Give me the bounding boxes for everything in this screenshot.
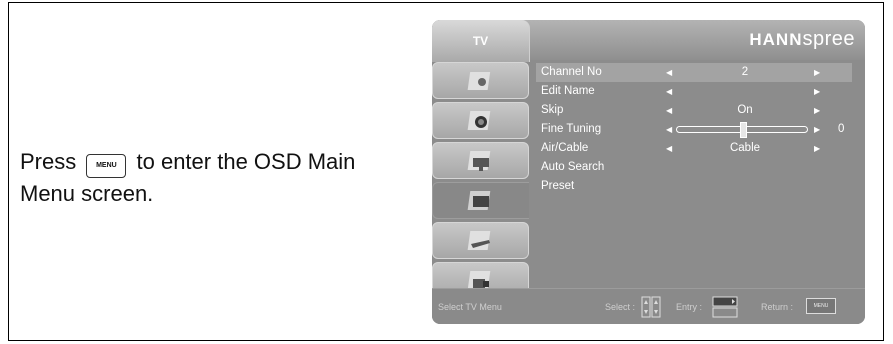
tv-icon (467, 191, 491, 210)
setting-label: Air/Cable (541, 142, 589, 154)
right-arrow-icon[interactable]: ▶ (814, 101, 820, 120)
osd-sidebar (432, 62, 529, 302)
tools-icon (467, 231, 491, 250)
sidebar-item-audio[interactable] (432, 102, 529, 139)
left-arrow-icon[interactable]: ◀ (666, 120, 672, 139)
setting-label: Preset (541, 180, 575, 192)
slider-thumb[interactable] (740, 122, 747, 138)
setting-label: Channel No (541, 66, 602, 78)
left-arrow-icon[interactable]: ◀ (666, 101, 672, 120)
sidebar-item-tv[interactable] (432, 182, 529, 219)
brand-bold: HANN (749, 30, 803, 49)
right-arrow-icon[interactable]: ▶ (814, 63, 820, 82)
left-arrow-icon[interactable]: ◀ (666, 82, 672, 101)
left-arrow-icon[interactable]: ◀ (666, 63, 672, 82)
setting-value: On (737, 104, 753, 116)
osd-footer: Select TV Menu Select : Entry : Return :… (432, 288, 865, 324)
footer-select-label: Select : (605, 302, 636, 312)
left-arrow-icon[interactable]: ◀ (666, 139, 672, 158)
right-arrow-icon[interactable]: ▶ (814, 82, 820, 101)
display-icon (467, 151, 491, 171)
brand-logo: HANNspree (749, 28, 855, 51)
setting-row-auto-search[interactable]: Auto Search (536, 158, 852, 177)
right-arrow-icon[interactable]: ▶ (814, 139, 820, 158)
sidebar-item-picture[interactable] (432, 62, 529, 99)
setting-label: Skip (541, 104, 564, 116)
right-arrow-icon[interactable]: ▶ (814, 120, 820, 139)
sidebar-item-tools[interactable] (432, 222, 529, 259)
footer-return-label: Return : (761, 302, 794, 312)
setting-row-fine-tuning[interactable]: Fine Tuning ◀ ▶ 0 (536, 120, 852, 139)
osd-settings-list: Channel No ◀ 2 ▶ Edit Name ◀ ▶ Skip ◀ On… (536, 63, 852, 196)
fine-tuning-slider[interactable] (676, 122, 808, 138)
setting-row-preset[interactable]: Preset (536, 177, 852, 196)
setting-row-edit-name[interactable]: Edit Name ◀ ▶ (536, 82, 852, 101)
setting-value: Cable (729, 142, 761, 154)
select-keys-icon (641, 296, 661, 318)
brand-light: spree (802, 28, 855, 50)
fine-tuning-value: 0 (838, 123, 845, 135)
osd-menu: TV HANNspree Channel No ◀ 2 ▶ Edit Name (432, 20, 865, 324)
sidebar-item-display[interactable] (432, 142, 529, 179)
setting-row-channel-no[interactable]: Channel No ◀ 2 ▶ (536, 63, 852, 82)
menu-key-icon: MENU (86, 154, 127, 178)
setting-label: Edit Name (541, 85, 595, 97)
audio-icon (467, 111, 491, 130)
instruction-press: Press (20, 149, 77, 174)
entry-keys-icon (712, 296, 738, 318)
tab-tv[interactable]: TV (432, 20, 530, 62)
instruction-text: Press MENU to enter the OSD Main Menu sc… (20, 146, 400, 210)
setting-label: Auto Search (541, 161, 605, 173)
footer-hint: Select TV Menu (438, 302, 502, 312)
setting-row-air-cable[interactable]: Air/Cable ◀ Cable ▶ (536, 139, 852, 158)
picture-icon (467, 72, 491, 90)
setting-value: 2 (741, 66, 749, 78)
footer-entry-label: Entry : (676, 302, 703, 312)
setting-label: Fine Tuning (541, 123, 602, 135)
return-menu-key-icon: MENU (806, 298, 836, 314)
setting-row-skip[interactable]: Skip ◀ On ▶ (536, 101, 852, 120)
